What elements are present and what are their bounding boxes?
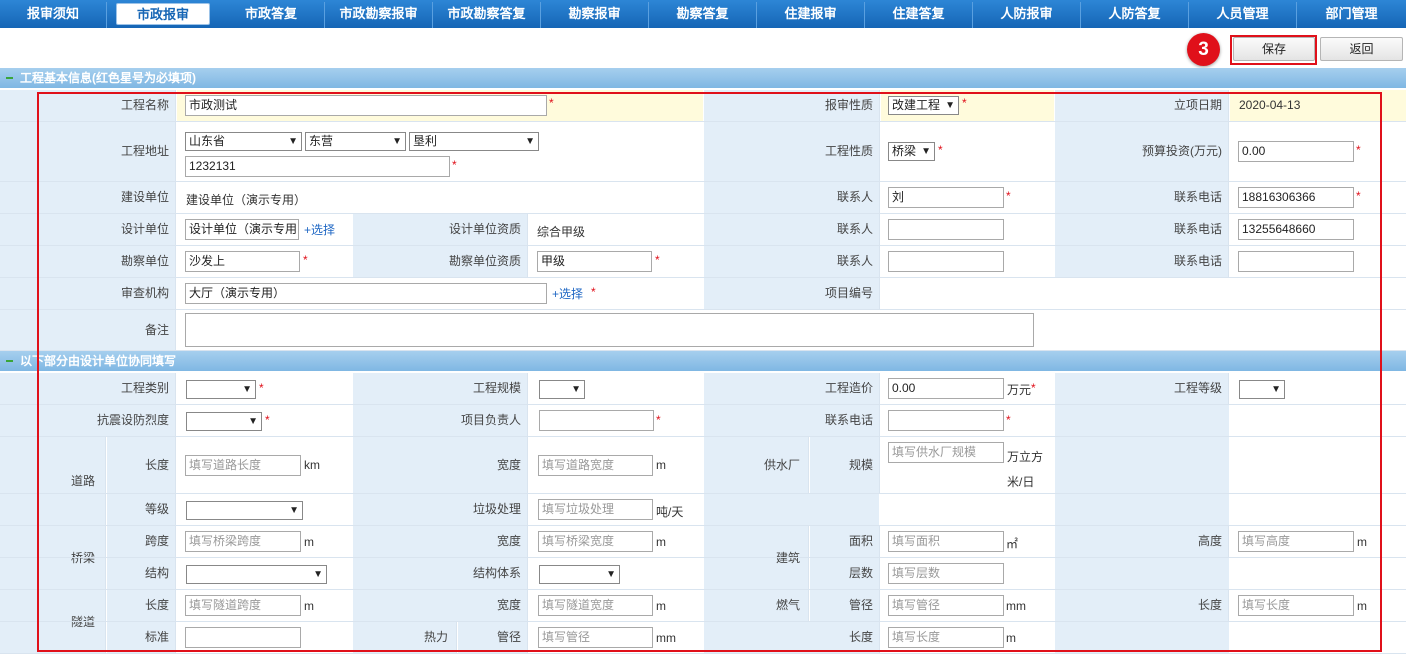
tab-review-notice[interactable]: 报审须知 <box>0 2 107 28</box>
step-badge: 3 <box>1187 33 1220 66</box>
tab-municipal-review[interactable]: 市政报审 <box>116 3 210 25</box>
tab-survey-reply[interactable]: 勘察答复 <box>649 2 757 28</box>
tab-department[interactable]: 部门管理 <box>1297 2 1406 28</box>
section-basic-info: 工程基本信息(红色星号为必填项) <box>0 68 1406 88</box>
collapse-icon[interactable] <box>6 77 13 79</box>
top-nav: 报审须知 市政报审 市政答复 市政勘察报审 市政勘察答复 勘察报审 勘察答复 住… <box>0 0 1406 28</box>
tab-municipal-survey-review[interactable]: 市政勘察报审 <box>325 2 433 28</box>
tab-personnel[interactable]: 人员管理 <box>1189 2 1297 28</box>
save-highlight <box>1230 35 1317 65</box>
section-title: 工程基本信息(红色星号为必填项) <box>20 71 196 85</box>
back-button[interactable]: 返回 <box>1320 37 1403 61</box>
tab-civil-defense-review[interactable]: 人防报审 <box>973 2 1081 28</box>
tab-survey-review[interactable]: 勘察报审 <box>541 2 649 28</box>
tab-housing-reply[interactable]: 住建答复 <box>865 2 973 28</box>
tab-housing-review[interactable]: 住建报审 <box>757 2 865 28</box>
tab-civil-defense-reply[interactable]: 人防答复 <box>1081 2 1189 28</box>
collapse-icon[interactable] <box>6 360 13 362</box>
form-highlight <box>37 92 1382 652</box>
tab-municipal-reply[interactable]: 市政答复 <box>218 2 325 28</box>
tab-municipal-survey-reply[interactable]: 市政勘察答复 <box>433 2 541 28</box>
